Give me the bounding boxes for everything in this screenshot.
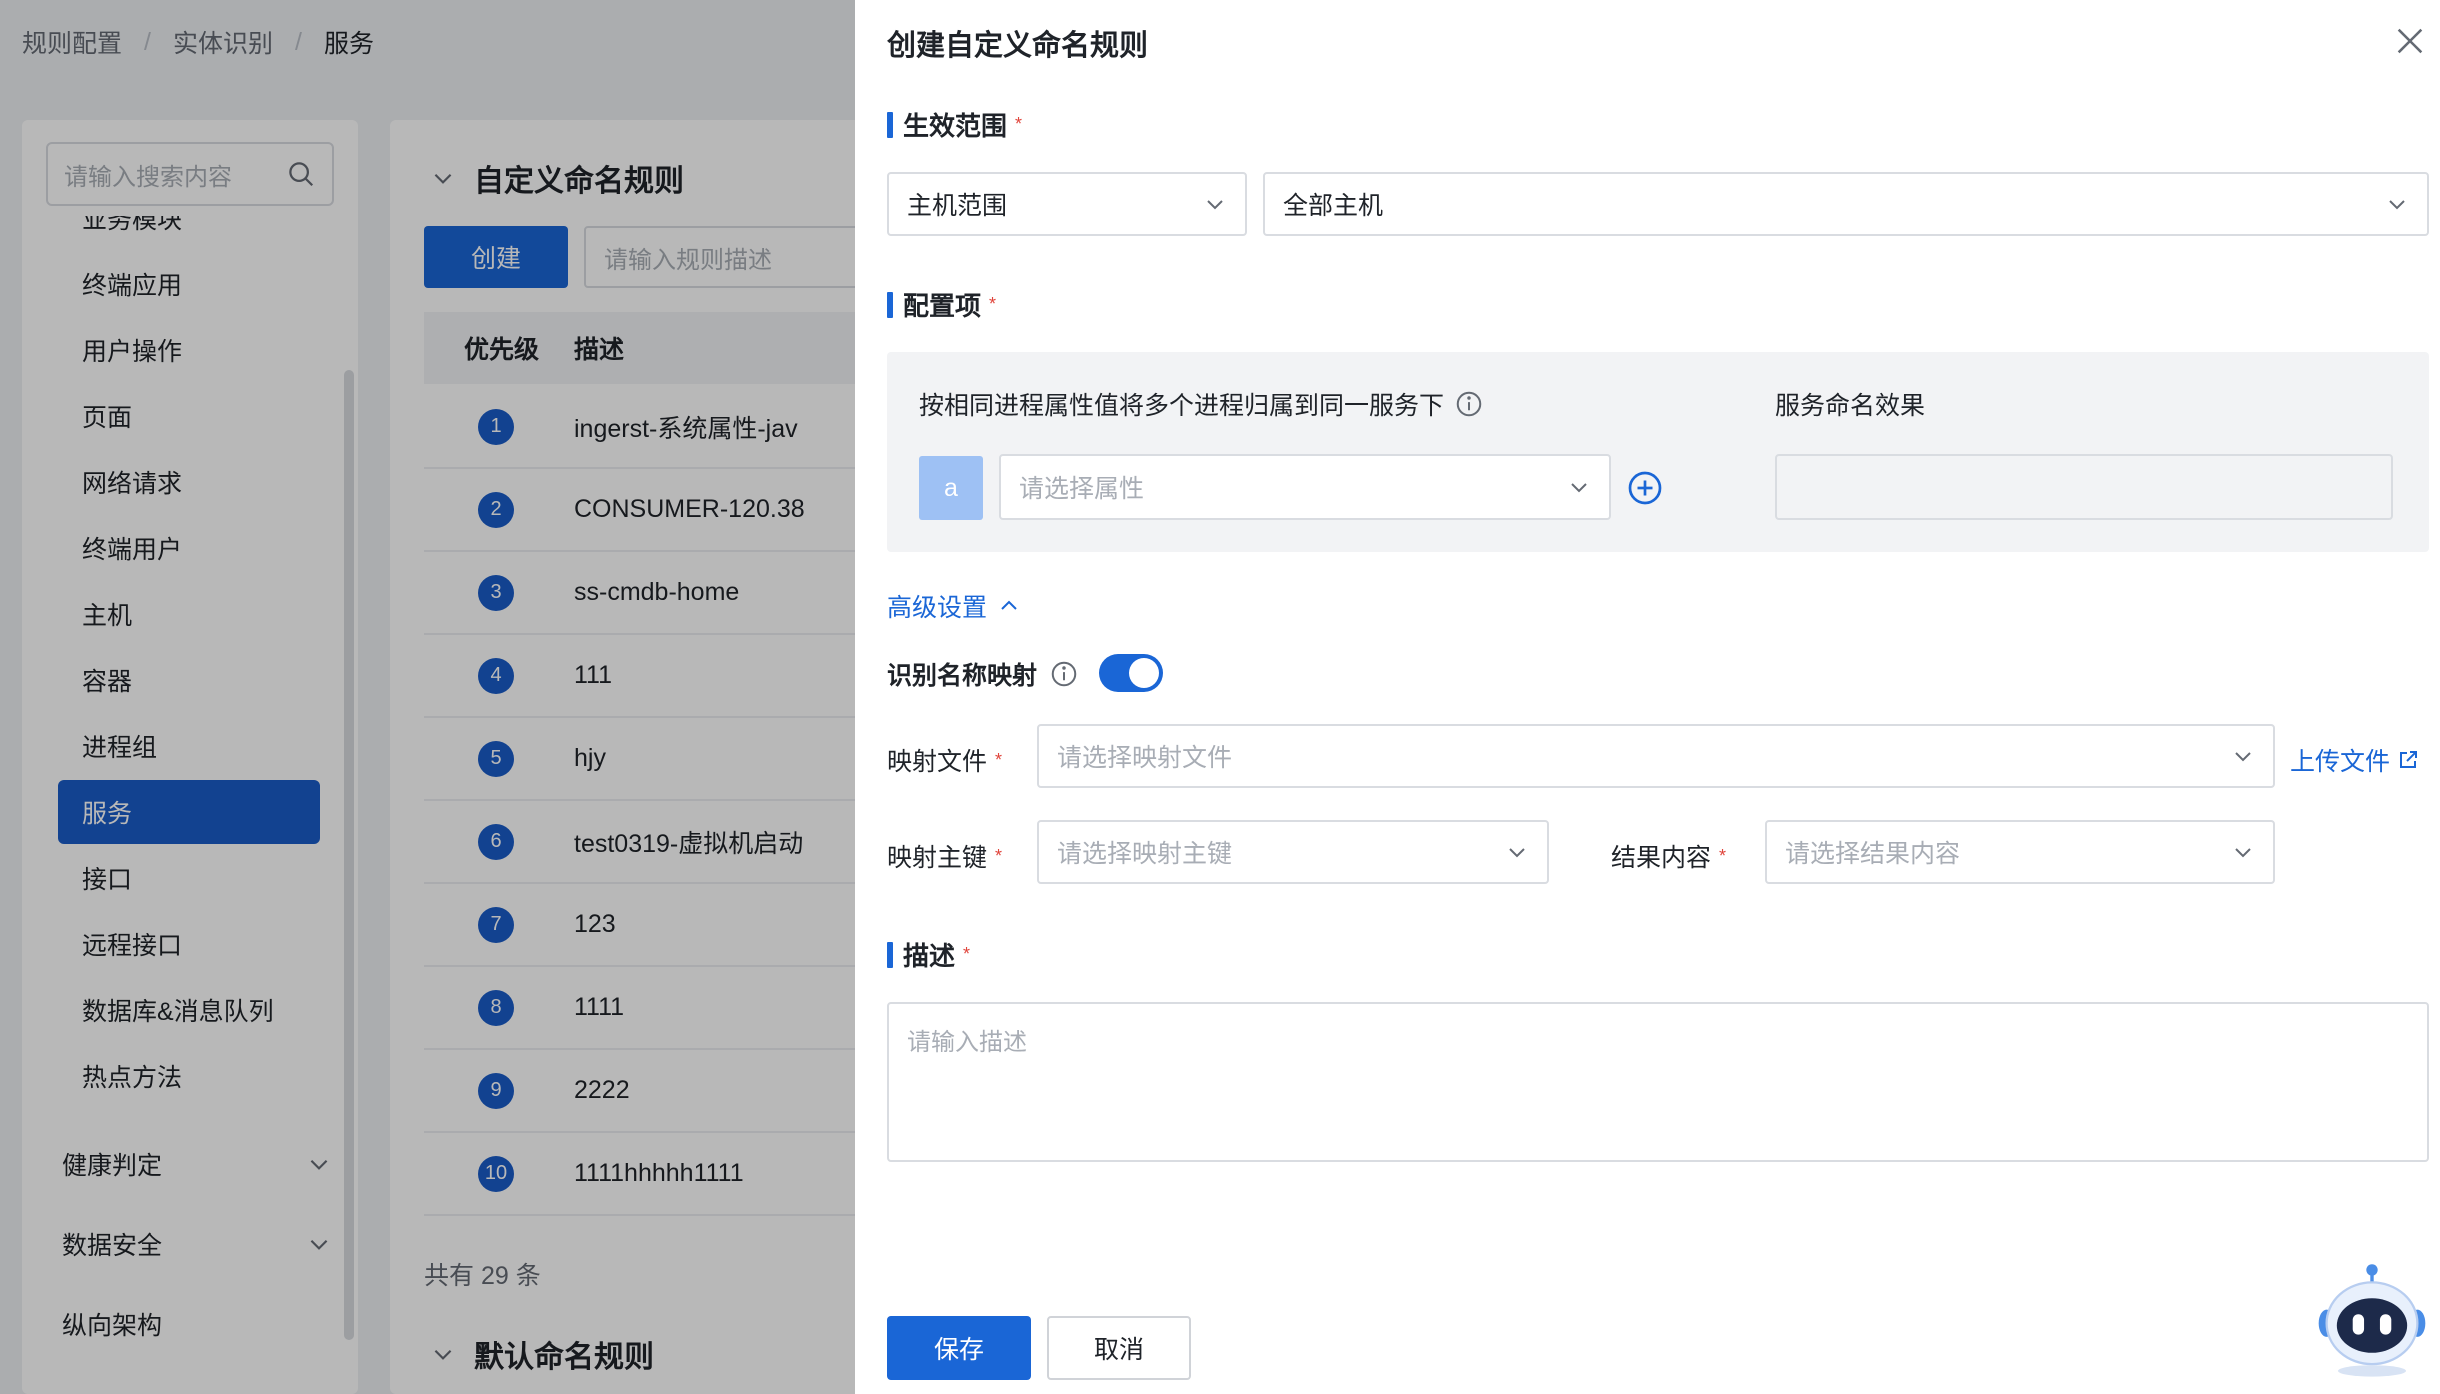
effect-label: 服务命名效果	[1775, 392, 1926, 420]
scope-label: 生效范围 *	[887, 106, 1022, 143]
required-mark: *	[989, 294, 997, 314]
attribute-letter-badge: a	[919, 456, 983, 520]
chevron-down-icon	[1509, 848, 1525, 858]
map-key-select[interactable]: 请选择映射主键	[1037, 820, 1549, 884]
chevron-down-icon	[1571, 483, 1587, 493]
config-label: 配置项 *	[887, 286, 996, 323]
advanced-settings-toggle[interactable]: 高级设置	[887, 588, 1021, 624]
map-file-select[interactable]: 请选择映射文件	[1037, 724, 2275, 788]
info-icon[interactable]	[1049, 659, 1079, 689]
save-button[interactable]: 保存	[887, 1316, 1031, 1380]
chevron-up-icon	[1001, 600, 1017, 610]
config-area: 按相同进程属性值将多个进程归属到同一服务下 服务命名效果 a 请选择属性	[887, 352, 2429, 552]
assistant-robot-icon[interactable]	[2315, 1262, 2429, 1380]
attribute-select[interactable]: 请选择属性	[999, 454, 1611, 520]
required-mark: *	[963, 944, 971, 964]
mapping-label: 识别名称映射	[887, 656, 1079, 692]
info-icon[interactable]	[1454, 389, 1484, 419]
upload-file-link[interactable]: 上传文件	[2290, 742, 2420, 778]
config-description: 按相同进程属性值将多个进程归属到同一服务下	[919, 386, 1484, 422]
effect-preview-box	[1775, 454, 2393, 520]
result-select[interactable]: 请选择结果内容	[1765, 820, 2275, 884]
required-mark: *	[995, 845, 1003, 866]
add-circle-icon[interactable]	[1627, 470, 1663, 506]
scope-value-select[interactable]: 全部主机	[1263, 172, 2429, 236]
required-mark: *	[1015, 114, 1023, 134]
required-mark: *	[1719, 845, 1727, 866]
desc-label: 描述 *	[887, 936, 970, 973]
chevron-down-icon	[1207, 200, 1223, 210]
external-link-icon	[2400, 751, 2418, 768]
close-icon[interactable]	[2393, 24, 2427, 58]
chevron-down-icon	[2235, 752, 2251, 762]
drawer-title: 创建自定义命名规则	[887, 30, 1149, 62]
result-label: 结果内容 *	[1611, 844, 1727, 872]
cancel-button[interactable]: 取消	[1047, 1316, 1191, 1380]
mapping-switch[interactable]	[1099, 654, 1163, 692]
required-mark: *	[995, 749, 1003, 770]
chevron-down-icon	[2235, 848, 2251, 858]
description-textarea[interactable]: 请输入描述	[887, 1002, 2429, 1162]
chevron-down-icon	[2389, 200, 2405, 210]
scope-type-select[interactable]: 主机范围	[887, 172, 1247, 236]
map-file-label: 映射文件 *	[887, 748, 1003, 776]
create-rule-drawer: 创建自定义命名规则 生效范围 * 主机范围 全部主机 配置项 * 按相同进程属性值将…	[855, 0, 2440, 1394]
map-key-label: 映射主键 *	[887, 844, 1003, 872]
